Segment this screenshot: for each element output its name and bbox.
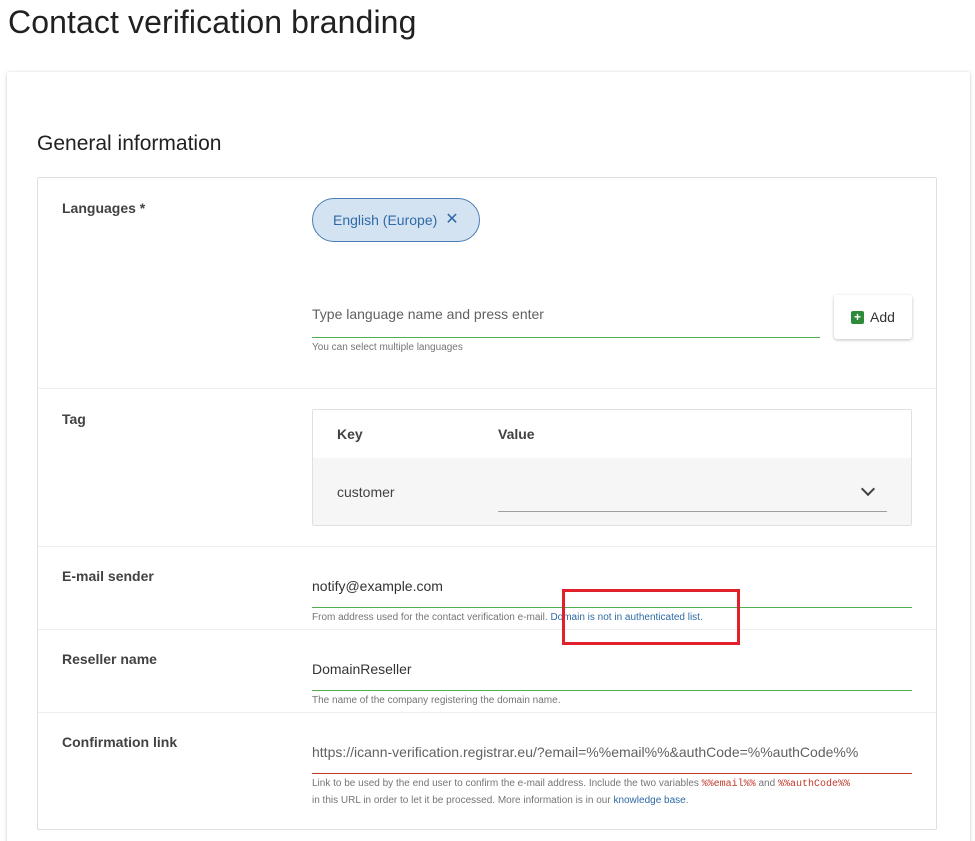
confirmation-hint-part2: in this URL in order to let it be proces… — [312, 795, 611, 806]
email-sender-label: E-mail sender — [62, 568, 154, 584]
tag-label: Tag — [62, 411, 86, 427]
languages-hint: You can select multiple languages — [312, 342, 463, 353]
chevron-down-icon — [860, 481, 876, 497]
language-chip-label: English (Europe) — [333, 212, 438, 228]
page-title: Contact verification branding — [8, 4, 417, 40]
email-sender-field[interactable]: notify@example.com — [312, 568, 912, 608]
reseller-hint: The name of the company registering the … — [312, 695, 561, 706]
close-icon[interactable]: ✕ — [445, 212, 458, 228]
confirmation-hint-and: and — [758, 778, 776, 789]
tag-table: Key Value customer — [312, 409, 912, 526]
confirmation-value: https://icann-verification.registrar.eu/… — [312, 744, 859, 760]
language-chip[interactable]: English (Europe) ✕ — [312, 198, 480, 242]
confirmation-field[interactable]: https://icann-verification.registrar.eu/… — [312, 734, 912, 774]
var-authcode: %%authCode%% — [777, 779, 850, 790]
reseller-field[interactable]: DomainReseller — [312, 651, 912, 691]
confirmation-hint: Link to be used by the end user to confi… — [312, 776, 912, 809]
reseller-value: DomainReseller — [312, 661, 412, 677]
domain-warning-text: Domain is not in authenticated list. — [550, 612, 703, 623]
email-sender-row: E-mail sender notify@example.com From ad… — [38, 547, 936, 645]
tag-row: Tag Key Value customer — [38, 389, 936, 547]
tag-header-value: Value — [498, 426, 535, 442]
confirmation-hint-end: . — [685, 795, 689, 806]
language-input-field — [312, 298, 820, 338]
general-info-card: General information Languages * English … — [7, 72, 970, 841]
reseller-row: Reseller name DomainReseller The name of… — [38, 630, 936, 713]
confirmation-label: Confirmation link — [62, 734, 178, 750]
tag-header-key: Key — [337, 426, 363, 442]
knowledge-base-link[interactable]: knowledge base — [613, 795, 685, 806]
language-input[interactable] — [312, 306, 820, 322]
reseller-label: Reseller name — [62, 651, 157, 667]
tag-table-header: Key Value — [313, 410, 911, 458]
confirmation-row: Confirmation link https://icann-verifica… — [38, 713, 936, 829]
languages-label: Languages * — [62, 200, 146, 216]
tag-value-select[interactable] — [498, 472, 887, 512]
form-panel: Languages * English (Europe) ✕ You can s… — [37, 177, 937, 830]
var-email: %%email%% — [701, 779, 756, 790]
section-title: General information — [37, 132, 222, 155]
email-sender-value: notify@example.com — [312, 578, 443, 594]
add-button-label: Add — [870, 309, 895, 325]
plus-icon: + — [851, 310, 865, 324]
tag-key-cell: customer — [337, 484, 395, 500]
languages-row: Languages * English (Europe) ✕ You can s… — [38, 178, 936, 389]
email-sender-hint-text: From address used for the contact verifi… — [312, 612, 548, 623]
add-language-button[interactable]: + Add — [834, 295, 912, 339]
email-sender-hint: From address used for the contact verifi… — [312, 612, 703, 623]
table-row: customer — [313, 458, 911, 525]
confirmation-hint-part1: Link to be used by the end user to confi… — [312, 778, 699, 789]
